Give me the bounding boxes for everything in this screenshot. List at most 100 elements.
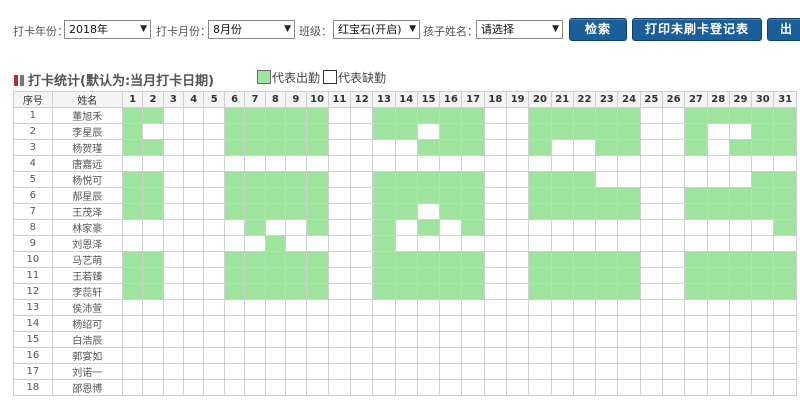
attendance-absent-cell bbox=[595, 219, 619, 236]
attendance-present-cell bbox=[595, 187, 619, 204]
child-name: 杨贺瑾 bbox=[51, 139, 123, 156]
attendance-absent-cell bbox=[203, 267, 225, 284]
export-button[interactable]: 出 bbox=[767, 18, 800, 41]
attendance-absent-cell bbox=[305, 363, 329, 380]
attendance-present-cell bbox=[550, 283, 574, 300]
attendance-present-cell bbox=[439, 171, 463, 188]
attendance-absent-cell bbox=[617, 379, 641, 396]
attendance-absent-cell bbox=[661, 107, 686, 124]
attendance-absent-cell bbox=[461, 347, 485, 364]
attendance-absent-cell bbox=[572, 331, 597, 348]
attendance-absent-cell bbox=[639, 219, 664, 236]
attendance-present-cell bbox=[728, 283, 753, 300]
attendance-present-cell bbox=[372, 123, 396, 140]
day-header: 11 bbox=[327, 91, 352, 108]
attendance-present-cell bbox=[244, 267, 266, 284]
attendance-absent-cell bbox=[394, 363, 418, 380]
attendance-absent-cell bbox=[183, 251, 205, 268]
child-name: 郝星辰 bbox=[51, 187, 123, 204]
attendance-absent-cell bbox=[684, 171, 708, 188]
attendance-absent-cell bbox=[244, 379, 266, 396]
attendance-present-cell bbox=[617, 139, 641, 156]
attendance-absent-cell bbox=[773, 315, 797, 332]
attendance-present-cell bbox=[773, 171, 797, 188]
class-select[interactable]: 红宝石(开启) ▼ bbox=[333, 20, 420, 39]
attendance-absent-cell bbox=[595, 171, 619, 188]
attendance-present-cell bbox=[244, 203, 266, 220]
attendance-absent-cell bbox=[572, 347, 597, 364]
attendance-absent-cell bbox=[223, 219, 246, 236]
attendance-absent-cell bbox=[183, 203, 205, 220]
print-unswiped-button[interactable]: 打印未刷卡登记表 bbox=[632, 18, 762, 41]
attendance-present-cell bbox=[372, 187, 396, 204]
attendance-absent-cell bbox=[162, 363, 185, 380]
child-name-label: 孩子姓名： bbox=[423, 25, 478, 38]
attendance-present-cell bbox=[416, 139, 441, 156]
child-name: 董旭禾 bbox=[51, 107, 123, 124]
attendance-absent-cell bbox=[350, 235, 374, 252]
attendance-present-cell bbox=[461, 171, 485, 188]
child-name-select[interactable]: 请选择 ▼ bbox=[476, 20, 563, 39]
attendance-present-cell bbox=[595, 251, 619, 268]
attendance-absent-cell bbox=[203, 235, 225, 252]
attendance-absent-cell bbox=[550, 347, 574, 364]
day-header: 17 bbox=[461, 91, 485, 108]
attendance-absent-cell bbox=[706, 347, 730, 364]
attendance-absent-cell bbox=[661, 251, 686, 268]
day-header: 8 bbox=[264, 91, 287, 108]
attendance-absent-cell bbox=[483, 267, 508, 284]
attendance-absent-cell bbox=[439, 363, 463, 380]
year-select[interactable]: 2018年 ▼ bbox=[64, 20, 151, 39]
attendance-present-cell bbox=[394, 187, 418, 204]
month-select[interactable]: 8月份 ▼ bbox=[208, 20, 295, 39]
attendance-absent-cell bbox=[162, 139, 185, 156]
attendance-absent-cell bbox=[327, 123, 352, 140]
attendance-present-cell bbox=[121, 251, 144, 268]
attendance-present-cell bbox=[121, 267, 144, 284]
attendance-absent-cell bbox=[639, 139, 664, 156]
attendance-present-cell bbox=[372, 267, 396, 284]
attendance-absent-cell bbox=[639, 283, 664, 300]
attendance-absent-cell bbox=[751, 315, 775, 332]
attendance-absent-cell bbox=[595, 299, 619, 316]
child-name: 郭宴如 bbox=[51, 347, 123, 364]
dropdown-arrow-icon: ▼ bbox=[409, 24, 416, 34]
attendance-present-cell bbox=[223, 107, 246, 124]
attendance-absent-cell bbox=[162, 155, 185, 172]
attendance-absent-cell bbox=[639, 107, 664, 124]
attendance-absent-cell bbox=[572, 219, 597, 236]
attendance-absent-cell bbox=[416, 123, 441, 140]
attendance-absent-cell bbox=[706, 315, 730, 332]
attendance-present-cell bbox=[617, 283, 641, 300]
attendance-absent-cell bbox=[617, 347, 641, 364]
attendance-absent-cell bbox=[483, 347, 508, 364]
attendance-absent-cell bbox=[372, 139, 396, 156]
attendance-present-cell bbox=[121, 139, 144, 156]
attendance-absent-cell bbox=[305, 331, 329, 348]
attendance-absent-cell bbox=[528, 219, 552, 236]
attendance-absent-cell bbox=[350, 299, 374, 316]
attendance-absent-cell bbox=[327, 155, 352, 172]
attendance-absent-cell bbox=[372, 347, 396, 364]
attendance-absent-cell bbox=[327, 331, 352, 348]
attendance-absent-cell bbox=[162, 283, 185, 300]
attendance-present-cell bbox=[706, 107, 730, 124]
child-name: 李星辰 bbox=[51, 123, 123, 140]
attendance-absent-cell bbox=[528, 155, 552, 172]
attendance-present-cell bbox=[550, 203, 574, 220]
attendance-present-cell bbox=[372, 283, 396, 300]
attendance-absent-cell bbox=[506, 187, 530, 204]
attendance-absent-cell bbox=[416, 331, 441, 348]
attendance-present-cell bbox=[439, 251, 463, 268]
attendance-present-cell bbox=[285, 123, 307, 140]
search-button[interactable]: 检索 bbox=[569, 18, 627, 41]
attendance-absent-cell bbox=[142, 123, 164, 140]
attendance-absent-cell bbox=[506, 219, 530, 236]
attendance-present-cell bbox=[572, 123, 597, 140]
attendance-present-cell bbox=[751, 187, 775, 204]
attendance-absent-cell bbox=[183, 347, 205, 364]
attendance-present-cell bbox=[439, 267, 463, 284]
attendance-absent-cell bbox=[183, 139, 205, 156]
attendance-absent-cell bbox=[285, 315, 307, 332]
attendance-present-cell bbox=[416, 219, 441, 236]
